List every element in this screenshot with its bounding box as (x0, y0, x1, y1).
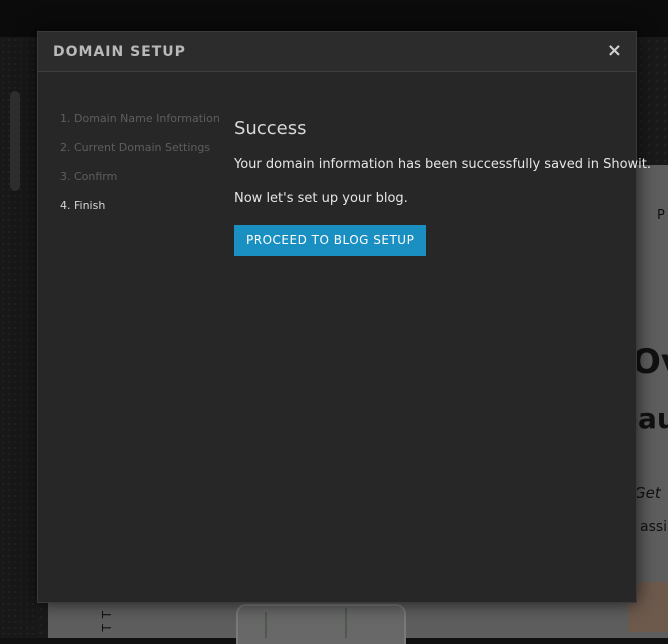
next-step-message: Now let's set up your blog. (234, 191, 408, 206)
setup-steps: 1. Domain Name Information 2. Current Do… (60, 112, 220, 228)
preview-stem (265, 612, 267, 638)
modal-title: DOMAIN SETUP (53, 44, 186, 60)
domain-setup-modal: DOMAIN SETUP × 1. Domain Name Informatio… (37, 31, 652, 603)
step-current-domain-settings: 2. Current Domain Settings (60, 141, 211, 154)
step-domain-name-information: 1. Domain Name Information (60, 112, 220, 125)
preview-text-fragment: P (657, 208, 665, 223)
proceed-to-blog-setup-button[interactable]: PROCEED TO BLOG SETUP (234, 225, 427, 256)
preview-stem (345, 608, 347, 638)
modal-header: DOMAIN SETUP × (38, 32, 636, 72)
preview-vertical-text: TT (100, 605, 114, 632)
preview-text-fragment: Get (634, 484, 661, 502)
step-finish: 4. Finish (60, 199, 106, 212)
preview-vase-image (236, 604, 406, 644)
success-message: Your domain information has been success… (234, 157, 652, 172)
left-panel-scrollbar[interactable] (10, 91, 20, 191)
modal-content: Success Your domain information has been… (234, 118, 652, 256)
success-heading: Success (234, 118, 307, 139)
step-confirm: 3. Confirm (60, 170, 118, 183)
preview-text-fragment: assi (640, 519, 668, 535)
app-left-panel (0, 37, 37, 638)
preview-heading-fragment: au (638, 402, 668, 435)
close-icon[interactable]: × (607, 41, 622, 61)
preview-heading-fragment: Ov (632, 342, 668, 382)
